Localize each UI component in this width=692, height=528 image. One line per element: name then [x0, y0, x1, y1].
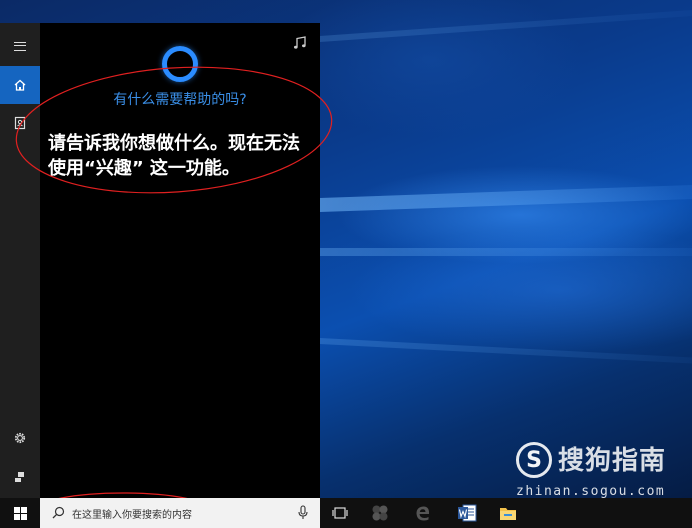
taskbar-search-box[interactable]: 在这里输入你要搜索的内容 — [40, 498, 320, 528]
cortana-message: 请告诉我你想做什么。现在无法使用“兴趣” 这一功能。 — [48, 133, 300, 179]
menu-button[interactable] — [0, 27, 40, 65]
edge-browser-button[interactable] — [405, 498, 441, 528]
app-icon — [372, 505, 388, 521]
wallpaper-light-beam — [320, 184, 692, 212]
gear-icon — [14, 432, 26, 444]
search-icon — [52, 506, 65, 519]
taskbar: 在这里输入你要搜索的内容 — [0, 498, 692, 528]
watermark-url: zhinan.sogou.com — [516, 484, 666, 498]
cortana-side-rail — [0, 23, 40, 498]
edge-icon — [416, 506, 430, 521]
cortana-logo-icon — [162, 46, 198, 82]
word-button[interactable] — [449, 498, 485, 528]
wallpaper-light-beam — [320, 338, 692, 364]
task-view-button[interactable] — [322, 498, 358, 528]
music-note-icon — [294, 36, 306, 49]
windows-start-icon — [13, 506, 27, 520]
feedback-button[interactable] — [0, 458, 40, 496]
wallpaper-light-beam — [320, 248, 692, 256]
notebook-icon — [14, 116, 26, 130]
search-input[interactable]: 在这里输入你要搜索的内容 — [72, 506, 192, 521]
sogou-watermark: S 搜狗指南 zhinan.sogou.com — [514, 440, 684, 498]
task-view-icon — [332, 507, 348, 519]
watermark-brand: 搜狗指南 — [558, 446, 667, 476]
file-explorer-button[interactable] — [490, 498, 526, 528]
sogou-logo-icon: S — [516, 442, 552, 478]
hamburger-menu-icon — [14, 41, 26, 51]
word-icon — [458, 504, 477, 522]
music-recognition-button[interactable] — [292, 35, 308, 55]
cortana-help-prompt: 有什么需要帮助的吗? — [113, 92, 247, 108]
home-icon — [14, 79, 26, 91]
start-button[interactable] — [0, 498, 40, 528]
taskbar-app-button[interactable] — [362, 498, 398, 528]
feedback-icon — [15, 472, 24, 482]
cortana-panel: 有什么需要帮助的吗? 请告诉我你想做什么。现在无法使用“兴趣” 这一功能。 — [0, 23, 320, 498]
home-button[interactable] — [0, 66, 40, 104]
file-explorer-icon — [500, 508, 516, 520]
settings-button[interactable] — [0, 419, 40, 457]
notebook-button[interactable] — [0, 104, 40, 142]
microphone-icon[interactable] — [297, 505, 309, 521]
wallpaper-light-beam — [320, 9, 692, 43]
